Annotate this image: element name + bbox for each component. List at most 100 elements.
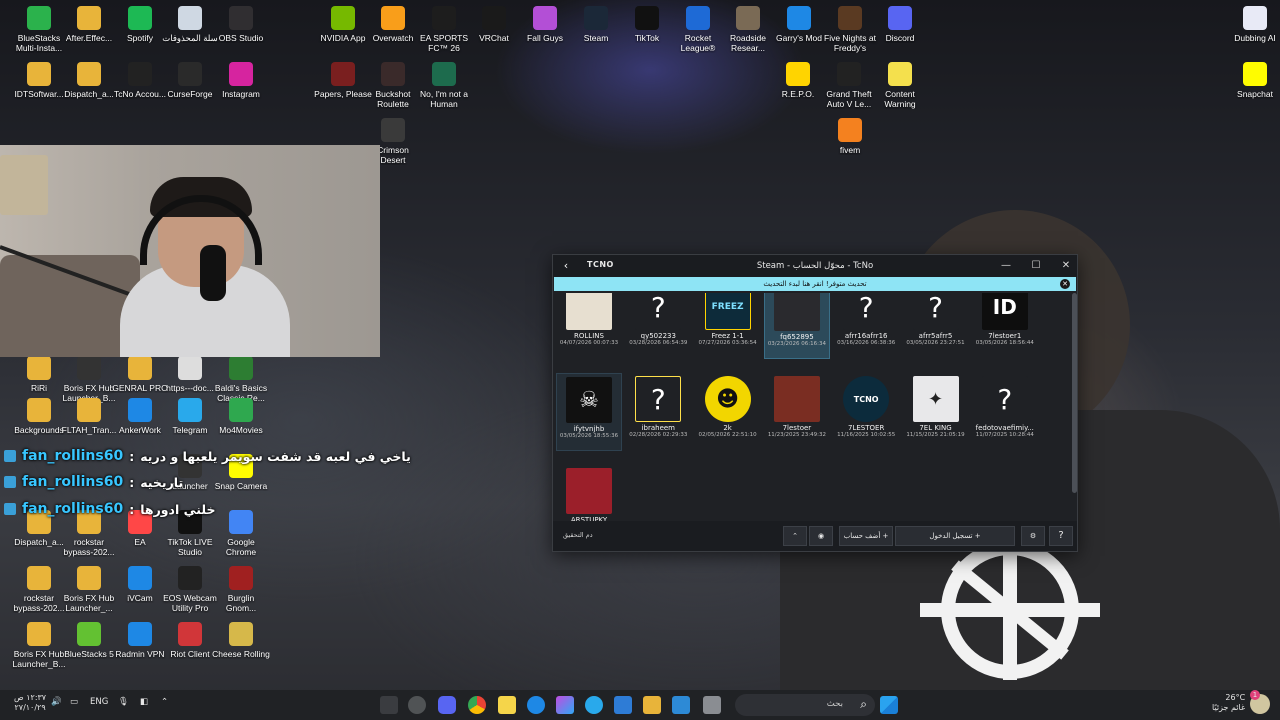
account-tile[interactable]: ☻ 2k 02/05/2026 22:51:10	[695, 373, 761, 451]
desktop-icon-22[interactable]: Instagram	[212, 56, 270, 99]
close-button[interactable]: ✕	[1053, 257, 1079, 275]
instagram-icon	[229, 62, 253, 86]
desktop-icon-9[interactable]: Fall Guys	[516, 0, 574, 43]
tray-app-icon[interactable]: ◧	[140, 697, 148, 707]
taskbar-copilot-icon[interactable]	[556, 696, 574, 714]
desktop-icon-52[interactable]: EOS Webcam Utility Pro	[161, 560, 219, 613]
desktop-icon-label: After.Effec...	[65, 33, 113, 43]
desktop-icon-53[interactable]: Burglin Gnom...	[212, 560, 270, 613]
fallguys-icon	[533, 6, 557, 30]
desktop-icon-label: Buckshot Roulette	[375, 89, 411, 109]
desktop-icon-41[interactable]: Mo4Movies	[212, 392, 270, 435]
collapse-button[interactable]: ⌃	[783, 526, 807, 546]
desktop-icon-14[interactable]: Garry's Mod	[770, 0, 828, 43]
desktop-icon-27[interactable]: Grand Theft Auto V Le...	[820, 56, 878, 109]
desktop-icon-11[interactable]: TikTok	[618, 0, 676, 43]
volume-icon[interactable]: 🔊	[51, 697, 62, 707]
mo4movies-icon	[229, 398, 253, 422]
banner-close-button[interactable]: ✕	[1060, 279, 1070, 289]
help-button[interactable]: ?	[1049, 526, 1073, 546]
taskbar-discord-icon[interactable]	[438, 696, 456, 714]
desktop-icon-3[interactable]: سلة المحذوفات	[161, 0, 219, 43]
desktop-icon-58[interactable]: Cheese Rolling	[212, 616, 270, 659]
desktop-icon-4[interactable]: OBS Studio	[212, 0, 270, 43]
taskbar-app-icon[interactable]	[408, 696, 426, 714]
account-last-login: 03/16/2026 06:38:36	[837, 340, 896, 346]
taskbar-files-icon[interactable]	[498, 696, 516, 714]
account-tile[interactable]: ARSTUPKY	[556, 465, 622, 521]
cheese-rolling-icon	[229, 622, 253, 646]
desktop-icon-40[interactable]: Telegram	[161, 392, 219, 435]
scrollbar[interactable]	[1072, 293, 1077, 493]
language-indicator[interactable]: ENG	[90, 697, 108, 707]
account-tile[interactable]: ? fedotovaefimiy... 11/07/2025 10:28:44	[972, 373, 1038, 451]
search-box[interactable]: بحث ⌕	[735, 694, 875, 716]
account-tile[interactable]: ? afrr5afrr5 03/05/2026 23:27:51	[903, 293, 969, 359]
desktop-icon-28[interactable]: Content Warning	[871, 56, 929, 109]
add-account-button[interactable]: أضف حساب +	[839, 526, 893, 546]
desktop-icon-label: Content Warning	[884, 89, 916, 109]
desktop-icon-label: R.E.P.O.	[781, 89, 815, 99]
desktop-icon-38[interactable]: FLTAH_Tran...	[60, 392, 118, 435]
desktop-icon-50[interactable]: Boris FX Hub Launcher_...	[60, 560, 118, 613]
desktop-icon-16[interactable]: Discord	[871, 0, 929, 43]
update-banner-text: تحديث متوفر! انقر هنا لبدء التحديث	[763, 280, 867, 288]
desktop-icon-13[interactable]: Roadside Resear...	[719, 0, 777, 53]
account-tile[interactable]: ? afrr16afrr16 03/16/2026 06:38:36	[833, 293, 899, 359]
clock[interactable]: ١٢:٣٧ ص ٢٧/١٠/٢٩	[14, 693, 46, 713]
desktop-icon-57[interactable]: Riot Client	[161, 616, 219, 659]
start-button[interactable]	[880, 696, 898, 714]
desktop-icon-48[interactable]: Google Chrome	[212, 504, 270, 557]
account-tile[interactable]: FREEZ Freez 1-1 07/27/2026 03:36:54	[695, 293, 761, 359]
update-banner[interactable]: تحديث متوفر! انقر هنا لبدء التحديث ✕	[554, 277, 1076, 291]
account-tile[interactable]: fq652895 03/23/2026 06:16:34	[763, 293, 830, 359]
taskbar-edge-icon[interactable]	[527, 696, 545, 714]
account-tile[interactable]: TCNO 7LESTOER 11/16/2025 10:02:55	[833, 373, 899, 451]
desktop-icon-6[interactable]: Overwatch	[364, 0, 422, 43]
snapchat-icon	[1243, 62, 1267, 86]
account-name: 7lestoer1	[988, 332, 1022, 340]
desktop-icon-25[interactable]: No, I'm not a Human	[415, 56, 473, 109]
desktop-icon-21[interactable]: CurseForge	[161, 56, 219, 99]
desktop-icon-17[interactable]: Dubbing AI	[1226, 0, 1280, 43]
account-tile[interactable]: ? ibraheem 02/28/2026 02:29:33	[625, 373, 691, 451]
desktop-icon-label: BlueStacks 5	[64, 649, 114, 659]
network-icon[interactable]: ▭	[70, 697, 78, 707]
desktop-icon-26[interactable]: R.E.P.O.	[769, 56, 827, 99]
taskbar-window-icon[interactable]	[703, 696, 721, 714]
account-tile[interactable]: ☠ ifytvnjhb 03/05/2026 18:55:36	[556, 373, 622, 451]
desktop-icon-55[interactable]: BlueStacks 5	[60, 616, 118, 659]
desktop-icon-29[interactable]: Snapchat	[1226, 56, 1280, 99]
weather-widget[interactable]: 26°C غائم جزئيًا	[1212, 693, 1245, 713]
taskbar-telegram-icon[interactable]	[585, 696, 603, 714]
taskbar: ١٢:٣٧ ص ٢٧/١٠/٢٩ 🔊 ▭ ENG 🎙 ◧ ⌃ بحث ⌕ 26°…	[0, 690, 1280, 720]
minimize-button[interactable]: —	[993, 257, 1019, 275]
microphone-icon[interactable]: 🎙	[118, 697, 129, 707]
tray-overflow-chevron-icon[interactable]: ⌃	[161, 697, 168, 707]
taskbar-chrome-icon[interactable]	[468, 696, 486, 714]
desktop-icon-1[interactable]: After.Effec...	[60, 0, 118, 43]
login-button[interactable]: تسجيل الدخول +	[895, 526, 1015, 546]
taskbar-tcno-icon[interactable]	[672, 696, 690, 714]
desktop-icon-label: Garry's Mod	[775, 33, 823, 43]
maximize-button[interactable]: ☐	[1023, 257, 1049, 275]
account-tile[interactable]: ROLLINS 04/07/2026 00:07:33	[556, 293, 622, 359]
desktop-icon-label: OBS Studio	[218, 33, 264, 43]
steam-button[interactable]: ◉	[809, 526, 833, 546]
chat-message: fan_rollins60: تاريخيه	[4, 474, 183, 490]
desktop-icon-8[interactable]: VRChat	[465, 0, 523, 43]
account-tile[interactable]: 7lestoer 11/23/2025 23:49:32	[764, 373, 830, 451]
account-tile[interactable]: ✦ 7EL KING 11/15/2025 21:05:19	[903, 373, 969, 451]
desktop-icon-31[interactable]: fivem	[821, 112, 879, 155]
taskbar-store-icon[interactable]	[614, 696, 632, 714]
taskbar-obs-icon[interactable]	[380, 696, 398, 714]
account-name: 7EL KING	[919, 424, 952, 432]
taskbar-explorer-icon[interactable]	[643, 696, 661, 714]
desktop-icon-19[interactable]: Dispatch_a...	[60, 56, 118, 99]
account-tile[interactable]: ? qy502233 03/28/2026 06:54:39	[625, 293, 691, 359]
desktop-icon-10[interactable]: Steam	[567, 0, 625, 43]
settings-button[interactable]: ⚙	[1021, 526, 1045, 546]
desktop-icon-24[interactable]: Buckshot Roulette	[364, 56, 422, 109]
account-tile[interactable]: ID 7lestoer1 03/05/2026 18:56:44	[972, 293, 1038, 359]
crimson-desert-icon	[381, 118, 405, 142]
